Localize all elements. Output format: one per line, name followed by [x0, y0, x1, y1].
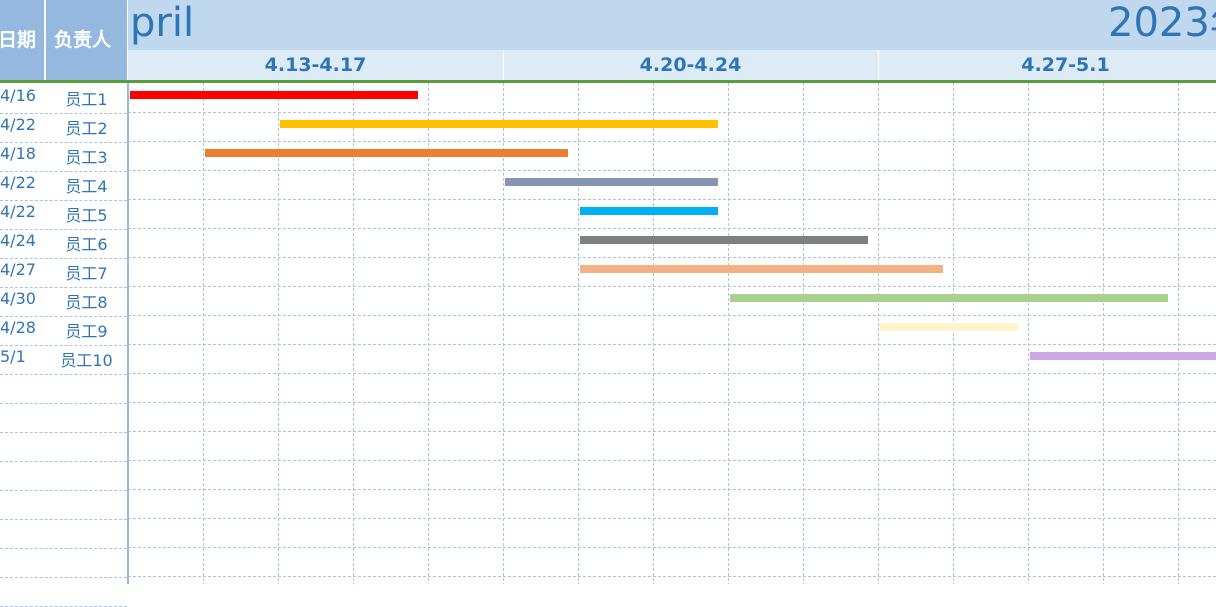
task-date[interactable]: 4/18: [0, 144, 44, 163]
left-row-line: [0, 547, 127, 549]
task-date[interactable]: 4/27: [0, 260, 44, 279]
owner-column-header[interactable]: 负责人: [54, 26, 111, 54]
title-band: pril 2023年: [128, 0, 1216, 50]
task-owner[interactable]: 员工6: [46, 231, 127, 255]
gantt-task-bar[interactable]: [580, 207, 718, 215]
gantt-task-bar[interactable]: [1030, 352, 1216, 360]
task-owner[interactable]: 员工1: [46, 86, 127, 110]
task-owner[interactable]: 员工9: [46, 318, 127, 342]
task-date[interactable]: 4/30: [0, 289, 44, 308]
left-row-line: [0, 228, 127, 230]
task-owner[interactable]: 员工4: [46, 173, 127, 197]
task-date[interactable]: 5/1: [0, 347, 44, 366]
task-date[interactable]: 4/22: [0, 115, 44, 134]
left-row-line: [0, 605, 127, 607]
left-row-line: [0, 460, 127, 462]
week-label[interactable]: 4.27-5.1: [878, 50, 1216, 80]
task-date[interactable]: 4/22: [0, 202, 44, 221]
left-row-line: [0, 170, 127, 172]
header-divider: [44, 0, 46, 80]
left-row-line: [0, 199, 127, 201]
year-title: 2023年: [1108, 0, 1216, 46]
left-row-line: [0, 431, 127, 433]
left-row-line: [0, 141, 127, 143]
gantt-task-bar[interactable]: [880, 323, 1018, 331]
gantt-task-bar[interactable]: [505, 178, 718, 186]
task-owner[interactable]: 员工5: [46, 202, 127, 226]
week-label[interactable]: 4.20-4.24: [503, 50, 878, 80]
left-row-line: [0, 489, 127, 491]
left-row-line: [0, 576, 127, 578]
task-owner[interactable]: 员工10: [46, 347, 127, 371]
week-header-band: 4.13-4.17 4.20-4.24 4.27-5.1: [128, 50, 1216, 80]
task-owner[interactable]: 员工2: [46, 115, 127, 139]
task-owner[interactable]: 员工8: [46, 289, 127, 313]
task-date[interactable]: 4/22: [0, 173, 44, 192]
task-owner[interactable]: 员工7: [46, 260, 127, 284]
task-date[interactable]: 4/28: [0, 318, 44, 337]
task-owner[interactable]: 员工3: [46, 144, 127, 168]
gantt-task-bar[interactable]: [130, 91, 418, 99]
month-title: pril: [130, 0, 195, 46]
left-row-line: [0, 112, 127, 114]
task-date[interactable]: 4/16: [0, 86, 44, 105]
left-row-line: [0, 286, 127, 288]
week-label[interactable]: 4.13-4.17: [128, 50, 503, 80]
column-header-area: 日期 负责人: [0, 0, 127, 80]
gantt-task-bar[interactable]: [580, 265, 943, 273]
gantt-task-bar[interactable]: [280, 120, 718, 128]
gantt-task-bar[interactable]: [580, 236, 868, 244]
date-column-header[interactable]: 日期: [0, 26, 36, 54]
left-row-line: [0, 518, 127, 520]
gantt-task-bar[interactable]: [205, 149, 568, 157]
frozen-pane-divider: [127, 83, 129, 584]
left-row-line: [0, 315, 127, 317]
gantt-task-bar[interactable]: [730, 294, 1168, 302]
left-row-line: [0, 373, 127, 375]
task-date[interactable]: 4/24: [0, 231, 44, 250]
left-row-line: [0, 402, 127, 404]
left-row-line: [0, 344, 127, 346]
left-row-line: [0, 257, 127, 259]
gantt-grid: [128, 83, 1216, 584]
